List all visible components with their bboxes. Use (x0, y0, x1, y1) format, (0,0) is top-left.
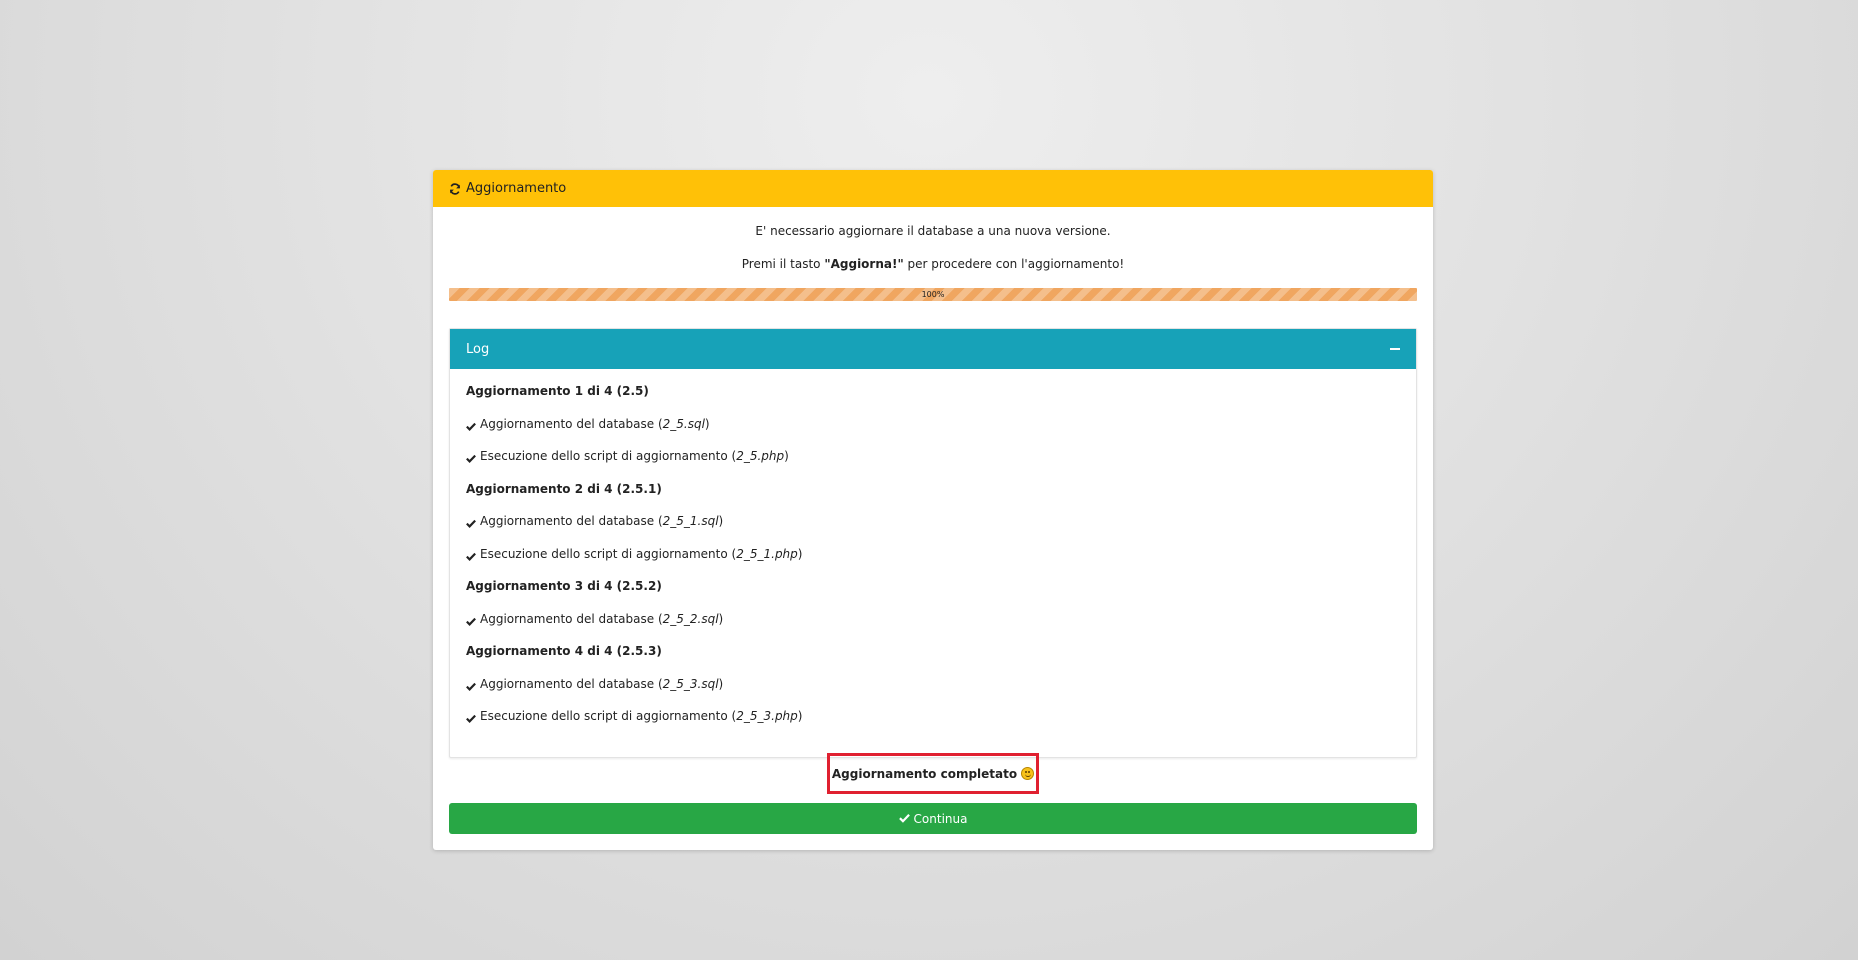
log-step: Aggiornamento del database (2_5.sql) (466, 416, 1400, 449)
log-step-file: 2_5_1.sql (662, 514, 719, 528)
log-step: Esecuzione dello script di aggiornamento… (466, 448, 1400, 481)
log-step-text: Esecuzione dello script di aggiornamento… (480, 546, 737, 561)
panel-title: Aggiornamento (466, 181, 567, 196)
minus-icon[interactable] (1390, 348, 1400, 350)
log-step: Aggiornamento del database (2_5_2.sql) (466, 611, 1400, 644)
log-step: Esecuzione dello script di aggiornamento… (466, 546, 1400, 579)
log-section-title: Aggiornamento 2 di 4 (2.5.1) (466, 481, 662, 496)
intro-text: E' necessario aggiornare il database a u… (755, 224, 1111, 238)
log-step-suffix: ) (797, 709, 803, 723)
log-step-suffix: ) (718, 611, 724, 626)
check-icon (466, 549, 476, 565)
refresh-icon (449, 182, 461, 195)
completion-wrapper: Aggiornamento completato (433, 753, 1433, 794)
log-step-text: Aggiornamento del database ( (480, 676, 663, 691)
smile-icon (1021, 767, 1035, 780)
log-step: Esecuzione dello script di aggiornamento… (466, 708, 1400, 741)
log-step-text: Aggiornamento del database ( (480, 416, 663, 431)
log-step-text: Esecuzione dello script di aggiornamento… (480, 449, 737, 463)
check-icon (466, 516, 476, 532)
log-step-file: 2_5_1.php (736, 546, 798, 561)
log-section-title: Aggiornamento 3 di 4 (2.5.2) (466, 579, 662, 593)
log-section-title: Aggiornamento 1 di 4 (2.5) (466, 384, 649, 398)
intro-instruction: Premi il tasto "Aggiorna!" per procedere… (433, 257, 1433, 271)
log-panel: Log Aggiornamento 1 di 4 (2.5) Aggiorname… (449, 328, 1417, 758)
check-icon (466, 451, 476, 467)
log-step-suffix: ) (718, 514, 724, 528)
check-icon (466, 711, 476, 727)
check-icon (898, 812, 910, 826)
log-header[interactable]: Log (450, 329, 1416, 369)
log-body: Aggiornamento 1 di 4 (2.5) Aggiornamento … (450, 369, 1416, 741)
log-step-suffix: ) (784, 449, 789, 463)
instruction-suffix: per procedere con l'aggiornamento! (903, 257, 1125, 271)
check-icon (466, 614, 476, 630)
check-icon (466, 419, 476, 435)
log-title: Log (466, 341, 490, 357)
continue-label: Continua (913, 811, 968, 826)
instruction-button-name: "Aggiorna!" (824, 257, 904, 271)
check-icon (466, 679, 476, 695)
log-step-text: Aggiornamento del database ( (480, 514, 663, 528)
log-step-suffix: ) (718, 676, 724, 691)
log-step-file: 2_5_3.sql (662, 676, 719, 691)
log-step-suffix: ) (797, 546, 803, 561)
update-panel: Aggiornamento E' necessario aggiornare i… (433, 170, 1433, 850)
continue-button[interactable]: Continua (449, 803, 1417, 834)
progress-bar: 100% (449, 288, 1417, 301)
log-step-text: Aggiornamento del database ( (480, 611, 663, 626)
log-step-file: 2_5_3.php (736, 709, 798, 723)
progress-label: 100% (921, 290, 945, 299)
log-step-text: Esecuzione dello script di aggiornamento… (480, 709, 737, 723)
log-section-title: Aggiornamento 4 di 4 (2.5.3) (466, 644, 662, 658)
panel-header: Aggiornamento (433, 170, 1433, 207)
log-step-file: 2_5.php (736, 449, 785, 463)
log-step-suffix: ) (704, 416, 710, 431)
log-step: Aggiornamento del database (2_5_1.sql) (466, 513, 1400, 546)
instruction-prefix: Premi il tasto (741, 257, 825, 271)
completion-message: Aggiornamento completato (827, 753, 1039, 794)
log-step-file: 2_5_2.sql (662, 611, 719, 626)
completion-text: Aggiornamento completato (831, 766, 1018, 781)
log-step-file: 2_5.sql (662, 416, 705, 431)
log-step: Aggiornamento del database (2_5_3.sql) (466, 676, 1400, 709)
